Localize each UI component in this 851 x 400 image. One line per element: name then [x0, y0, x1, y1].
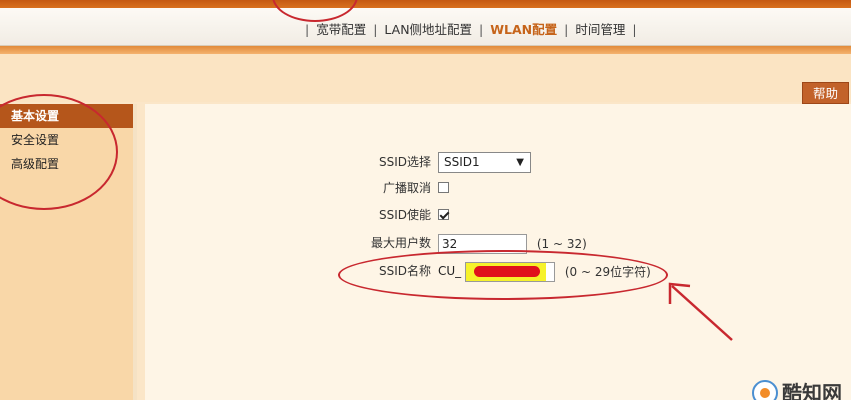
sidebar-item-basic-settings[interactable]: 基本设置 [0, 104, 133, 128]
ssid-name-row: SSID名称 CU_ (0 ~ 29位字符) [145, 260, 851, 282]
broadcast-cancel-row: 广播取消 [145, 177, 851, 199]
tab-broadband[interactable]: 宽带配置 [316, 22, 366, 37]
ssid-enable-label: SSID使能 [378, 208, 431, 222]
ssid-select-label: SSID选择 [378, 155, 431, 169]
dropdown-arrow-icon: ▼ [516, 157, 524, 168]
redaction-mark [474, 265, 540, 277]
ssid-select-row: SSID选择 SSID1 ▼ [145, 151, 851, 173]
sidebar-item-advanced-config[interactable]: 高级配置 [0, 152, 133, 176]
tab-wlan[interactable]: WLAN配置 [490, 22, 557, 37]
max-users-label: 最大用户数 [370, 236, 431, 250]
max-users-hint: (1 ~ 32) [536, 236, 587, 251]
tab-lan-address[interactable]: LAN侧地址配置 [384, 22, 472, 37]
max-users-row: 最大用户数 32 (1 ~ 32) [145, 232, 851, 254]
max-users-input[interactable]: 32 [438, 233, 527, 254]
nav-separator: | [564, 22, 569, 37]
nav-separator: | [305, 22, 310, 37]
broadcast-cancel-checkbox[interactable] [438, 182, 449, 193]
ssid-select-value: SSID1 [444, 155, 480, 169]
broadcast-cancel-label: 广播取消 [382, 181, 431, 195]
watermark-logo-icon [752, 380, 778, 400]
watermark: 酷知网 [752, 380, 842, 400]
nav-separator: | [479, 22, 484, 37]
main-content: SSID选择 SSID1 ▼ 广播取消 SSID使能 最大用户数 32 (1 ~… [145, 104, 851, 400]
ssid-enable-row: SSID使能 [145, 204, 851, 226]
ssid-select[interactable]: SSID1 ▼ [438, 152, 531, 173]
tab-time-management[interactable]: 时间管理 [575, 22, 625, 37]
nav-strip: | 宽带配置 | LAN侧地址配置 | WLAN配置 | 时间管理 | [0, 8, 851, 46]
top-banner [0, 0, 851, 8]
ssid-name-prefix: CU_ [438, 264, 462, 278]
help-button[interactable]: 帮助 [802, 82, 849, 104]
sidebar-item-security-settings[interactable]: 安全设置 [0, 128, 133, 152]
watermark-text: 酷知网 [782, 381, 842, 400]
nav-tabs: | 宽带配置 | LAN侧地址配置 | WLAN配置 | 时间管理 | [302, 19, 640, 38]
ssid-name-label: SSID名称 [378, 264, 431, 278]
nav-separator: | [632, 22, 637, 37]
nav-underline [0, 46, 851, 54]
ssid-enable-checkbox[interactable] [438, 209, 449, 220]
ssid-name-hint: (0 ~ 29位字符) [564, 264, 651, 279]
header-band [0, 54, 851, 102]
ssid-name-input[interactable] [465, 261, 555, 282]
nav-separator: | [373, 22, 378, 37]
sidebar: 基本设置 安全设置 高级配置 [0, 104, 137, 400]
